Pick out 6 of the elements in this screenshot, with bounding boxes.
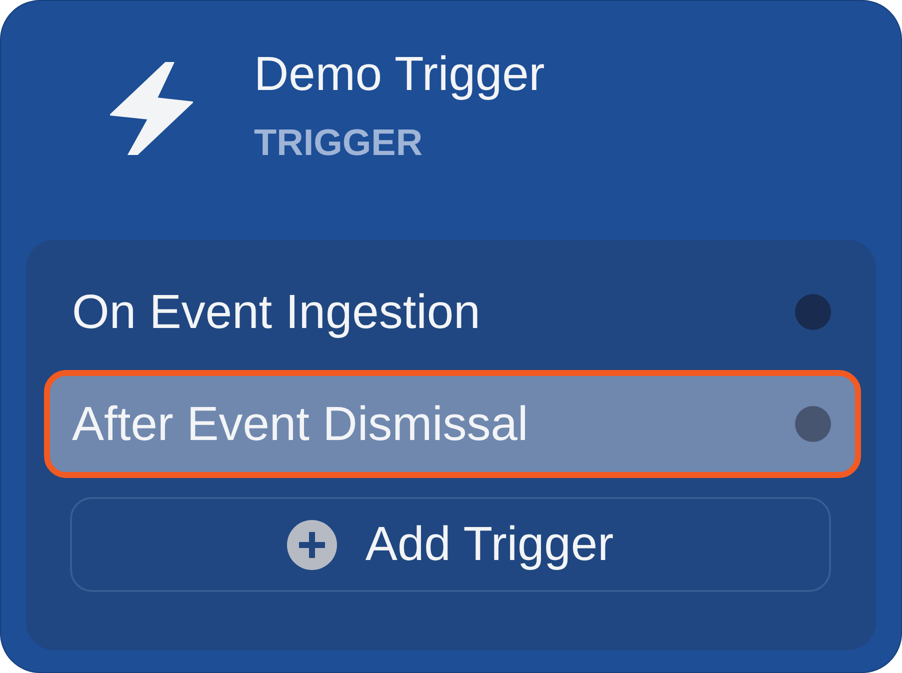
add-trigger-button[interactable]: Add Trigger [70, 497, 831, 592]
trigger-item[interactable]: On Event Ingestion [44, 258, 861, 366]
plus-icon [287, 520, 338, 570]
lightning-bolt-icon [110, 62, 193, 155]
node-title: Demo Trigger [254, 47, 545, 102]
node-type-label: TRIGGER [254, 122, 424, 164]
